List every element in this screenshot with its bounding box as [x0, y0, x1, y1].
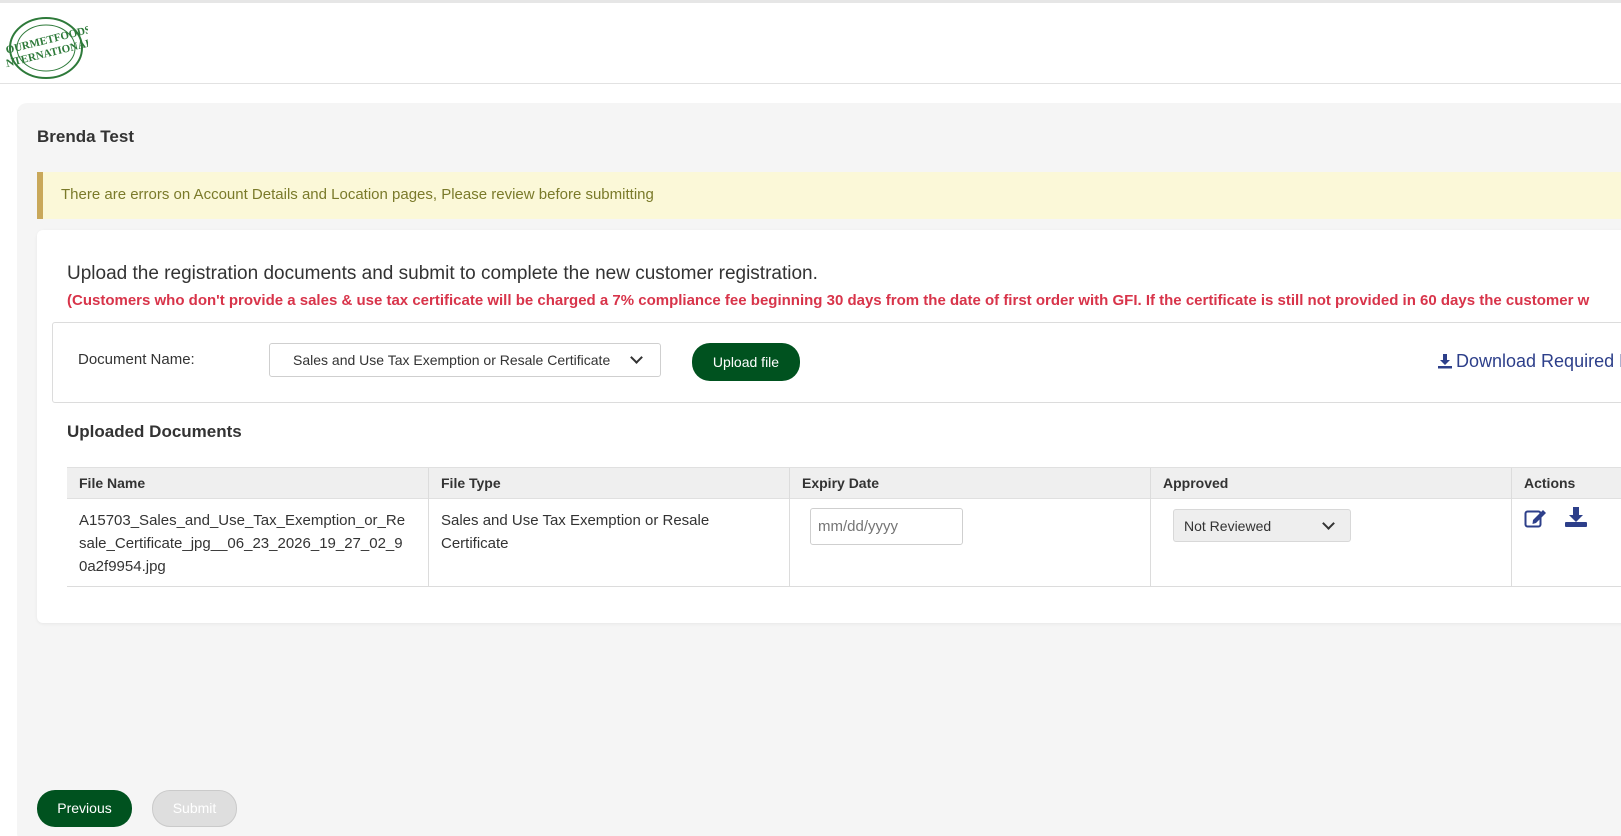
error-alert: There are errors on Account Details and … — [37, 172, 1621, 219]
document-name-selected: Sales and Use Tax Exemption or Resale Ce… — [293, 352, 611, 368]
tax-certificate-warning: (Customers who don't provide a sales & u… — [67, 292, 1590, 309]
download-link-label: Download Required F — [1456, 351, 1621, 371]
upload-instructions: Upload the registration documents and su… — [67, 263, 818, 284]
download-icon[interactable] — [1564, 506, 1588, 532]
file-name-cell: A15703_Sales_and_Use_Tax_Exemption_or_Re… — [67, 499, 429, 587]
chevron-down-icon — [630, 351, 643, 364]
expiry-date-input[interactable] — [810, 508, 963, 545]
expiry-date-cell — [790, 499, 1151, 587]
error-alert-text: There are errors on Account Details and … — [61, 186, 654, 203]
table-header: File Name File Type Expiry Date Approved… — [67, 467, 1621, 500]
chevron-down-icon — [1322, 517, 1335, 530]
top-header: GOURMETFOODS INTERNATIONAL — [0, 0, 1621, 84]
download-icon — [1438, 354, 1452, 369]
approved-status-value: Not Reviewed — [1184, 518, 1272, 534]
approved-cell: Not Reviewed — [1151, 499, 1512, 587]
column-header-approved: Approved — [1151, 468, 1512, 500]
column-header-expiry-date: Expiry Date — [790, 468, 1151, 500]
download-required-forms-link[interactable]: Download Required F — [1437, 351, 1621, 372]
column-header-file-type: File Type — [429, 468, 790, 500]
submit-button[interactable]: Submit — [152, 790, 237, 827]
document-name-label: Document Name: — [78, 351, 195, 368]
approved-status-select[interactable]: Not Reviewed — [1173, 509, 1351, 542]
column-header-actions: Actions — [1524, 475, 1576, 491]
edit-icon[interactable] — [1524, 507, 1548, 533]
upload-form: Document Name: Sales and Use Tax Exempti… — [52, 322, 1621, 403]
document-name-select[interactable]: Sales and Use Tax Exemption or Resale Ce… — [269, 343, 661, 377]
actions-cell — [1512, 499, 1621, 587]
customer-name: Brenda Test — [37, 127, 134, 146]
column-header-file-name: File Name — [67, 468, 429, 500]
file-type: Sales and Use Tax Exemption or Resale Ce… — [441, 512, 710, 552]
upload-file-button[interactable]: Upload file — [692, 343, 800, 381]
table-row: A15703_Sales_and_Use_Tax_Exemption_or_Re… — [67, 499, 1621, 587]
previous-button[interactable]: Previous — [37, 790, 132, 827]
company-logo[interactable]: GOURMETFOODS INTERNATIONAL — [0, 15, 94, 81]
file-name: A15703_Sales_and_Use_Tax_Exemption_or_Re… — [79, 512, 406, 575]
file-type-cell: Sales and Use Tax Exemption or Resale Ce… — [429, 499, 790, 587]
documents-card: Upload the registration documents and su… — [37, 230, 1621, 623]
uploaded-documents-title: Uploaded Documents — [67, 422, 242, 441]
